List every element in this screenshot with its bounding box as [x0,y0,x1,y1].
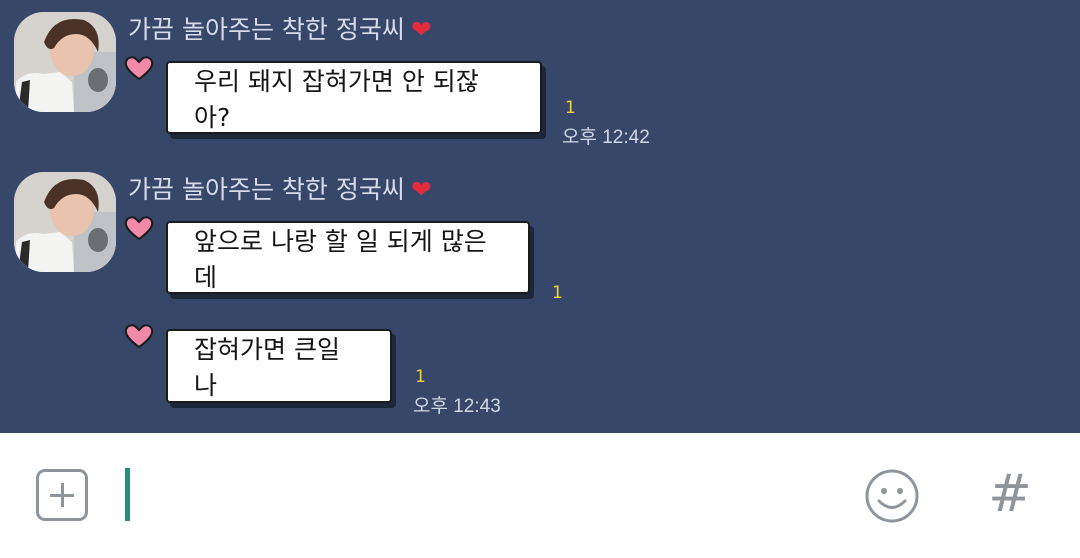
heart-icon: ❤ [410,15,432,44]
sender-name: 가끔 놀아주는 착한 정국씨 ❤ [128,14,432,46]
message-text: 앞으로 나랑 할 일 되게 많은데 [194,226,487,292]
hash-icon[interactable]: # [982,462,1038,526]
sender-name-text: 가끔 놀아주는 착한 정국씨 [128,15,405,44]
message-bubble[interactable]: 우리 돼지 잡혀가면 안 되잖아? [166,61,542,134]
message-text: 잡혀가면 큰일 나 [194,335,340,400]
message-time: 오후 12:43 [413,396,501,417]
message-bubble[interactable]: 잡혀가면 큰일 나 [166,329,392,403]
read-count: 1 [565,98,576,118]
bubble-heart-icon [124,56,154,81]
read-count: 1 [552,283,563,303]
profile-photo [14,12,116,112]
sender-name-text: 가끔 놀아주는 착한 정국씨 [128,175,405,204]
sender-avatar[interactable] [14,172,116,272]
bubble-heart-icon [124,324,154,349]
bubble-heart-icon [124,216,154,241]
chat-area[interactable]: 가끔 놀아주는 착한 정국씨 ❤ 우리 돼지 잡혀가면 안 되잖아? 1 오후 1… [0,0,1080,433]
profile-photo [14,172,116,272]
message-bubble[interactable]: 앞으로 나랑 할 일 되게 많은데 [166,221,530,294]
sender-name: 가끔 놀아주는 착한 정국씨 ❤ [128,174,432,206]
read-count: 1 [415,367,426,387]
message-text: 우리 돼지 잡혀가면 안 되잖아? [194,66,479,132]
sender-avatar[interactable] [14,12,116,112]
plus-square-icon[interactable] [36,469,88,521]
message-time: 오후 12:42 [562,127,650,148]
message-input-caret[interactable] [125,468,130,521]
heart-icon: ❤ [410,175,432,204]
smiley-icon[interactable] [864,468,920,524]
